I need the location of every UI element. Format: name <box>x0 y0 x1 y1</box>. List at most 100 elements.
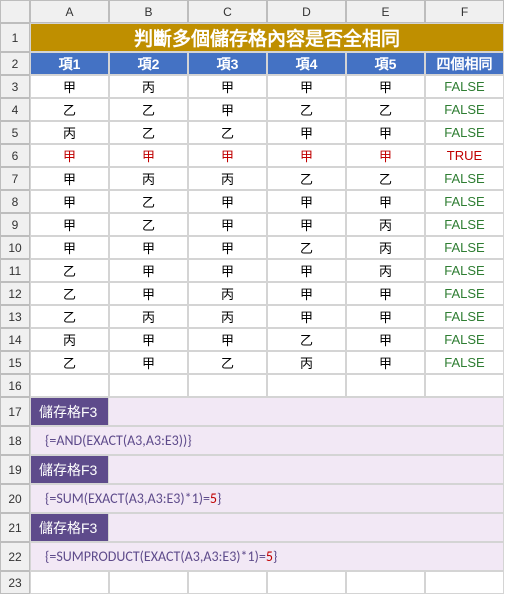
data-cell[interactable]: 乙 <box>346 167 425 190</box>
row-header-10[interactable]: 10 <box>0 236 30 259</box>
data-cell[interactable]: 甲 <box>188 328 267 351</box>
result-cell[interactable]: FALSE <box>425 259 504 282</box>
data-cell[interactable]: 乙 <box>30 259 109 282</box>
data-cell[interactable]: 甲 <box>30 75 109 98</box>
data-cell[interactable]: 甲 <box>346 75 425 98</box>
data-cell[interactable]: 甲 <box>346 305 425 328</box>
data-cell[interactable]: 甲 <box>188 190 267 213</box>
data-cell[interactable]: 甲 <box>109 282 188 305</box>
data-cell[interactable]: 乙 <box>267 236 346 259</box>
empty-cell[interactable] <box>188 374 267 397</box>
col-header-D[interactable]: D <box>267 0 346 23</box>
row-header-19[interactable]: 19 <box>0 455 30 484</box>
data-cell[interactable]: 甲 <box>109 236 188 259</box>
empty-cell[interactable] <box>30 374 109 397</box>
data-cell[interactable]: 甲 <box>188 236 267 259</box>
data-cell[interactable]: 丙 <box>109 305 188 328</box>
data-cell[interactable]: 甲 <box>346 328 425 351</box>
data-cell[interactable]: 丙 <box>346 213 425 236</box>
data-cell[interactable]: 甲 <box>188 259 267 282</box>
result-cell[interactable]: FALSE <box>425 121 504 144</box>
data-cell[interactable]: 甲 <box>30 167 109 190</box>
blank[interactable] <box>109 513 504 542</box>
data-cell[interactable]: 甲 <box>188 144 267 167</box>
row-header-12[interactable]: 12 <box>0 282 30 305</box>
result-cell[interactable]: FALSE <box>425 190 504 213</box>
data-cell[interactable]: 甲 <box>346 121 425 144</box>
data-cell[interactable]: 甲 <box>188 213 267 236</box>
data-cell[interactable]: 丙 <box>346 236 425 259</box>
data-cell[interactable]: 甲 <box>267 213 346 236</box>
data-cell[interactable]: 甲 <box>30 190 109 213</box>
result-cell[interactable]: FALSE <box>425 98 504 121</box>
data-cell[interactable]: 甲 <box>267 305 346 328</box>
col-header-A[interactable]: A <box>30 0 109 23</box>
data-cell[interactable]: 乙 <box>267 167 346 190</box>
row-header-5[interactable]: 5 <box>0 121 30 144</box>
data-cell[interactable]: 乙 <box>30 305 109 328</box>
data-cell[interactable]: 乙 <box>109 190 188 213</box>
col-header-E[interactable]: E <box>346 0 425 23</box>
result-cell[interactable]: FALSE <box>425 328 504 351</box>
data-cell[interactable]: 甲 <box>109 328 188 351</box>
col-header-B[interactable]: B <box>109 0 188 23</box>
data-cell[interactable]: 丙 <box>188 282 267 305</box>
col-header-F[interactable]: F <box>425 0 504 23</box>
data-cell[interactable]: 乙 <box>30 351 109 374</box>
row-header-13[interactable]: 13 <box>0 305 30 328</box>
data-cell[interactable]: 丙 <box>346 259 425 282</box>
data-cell[interactable]: 甲 <box>267 144 346 167</box>
row-header-17[interactable]: 17 <box>0 397 30 426</box>
result-cell[interactable]: FALSE <box>425 305 504 328</box>
row-header-1[interactable]: 1 <box>0 23 30 52</box>
data-cell[interactable]: 甲 <box>267 121 346 144</box>
empty-cell[interactable] <box>346 374 425 397</box>
data-cell[interactable]: 丙 <box>267 351 346 374</box>
result-cell[interactable]: FALSE <box>425 236 504 259</box>
data-cell[interactable]: 丙 <box>109 75 188 98</box>
data-cell[interactable]: 乙 <box>30 282 109 305</box>
row-header-2[interactable]: 2 <box>0 52 30 75</box>
data-cell[interactable]: 甲 <box>267 259 346 282</box>
data-cell[interactable]: 丙 <box>188 167 267 190</box>
data-cell[interactable]: 甲 <box>267 282 346 305</box>
data-cell[interactable]: 丙 <box>30 121 109 144</box>
data-cell[interactable]: 甲 <box>346 351 425 374</box>
empty-cell[interactable] <box>267 374 346 397</box>
result-cell[interactable]: FALSE <box>425 167 504 190</box>
blank[interactable] <box>109 397 504 426</box>
row-header-22[interactable]: 22 <box>0 542 30 571</box>
row-header-3[interactable]: 3 <box>0 75 30 98</box>
data-cell[interactable]: 甲 <box>30 144 109 167</box>
row-header-21[interactable]: 21 <box>0 513 30 542</box>
data-cell[interactable]: 乙 <box>188 351 267 374</box>
result-cell[interactable]: FALSE <box>425 213 504 236</box>
data-cell[interactable]: 甲 <box>109 351 188 374</box>
row-header-6[interactable]: 6 <box>0 144 30 167</box>
data-cell[interactable]: 乙 <box>267 328 346 351</box>
empty-cell[interactable] <box>425 374 504 397</box>
data-cell[interactable]: 乙 <box>188 121 267 144</box>
data-cell[interactable]: 乙 <box>267 98 346 121</box>
data-cell[interactable]: 乙 <box>346 98 425 121</box>
row-header-9[interactable]: 9 <box>0 213 30 236</box>
row-header-20[interactable]: 20 <box>0 484 30 513</box>
row-header-11[interactable]: 11 <box>0 259 30 282</box>
data-cell[interactable]: 甲 <box>109 144 188 167</box>
data-cell[interactable]: 甲 <box>346 190 425 213</box>
data-cell[interactable]: 甲 <box>346 282 425 305</box>
result-cell[interactable]: FALSE <box>425 75 504 98</box>
data-cell[interactable]: 丙 <box>30 328 109 351</box>
row-header-8[interactable]: 8 <box>0 190 30 213</box>
result-cell[interactable]: FALSE <box>425 282 504 305</box>
data-cell[interactable]: 甲 <box>267 75 346 98</box>
select-all[interactable] <box>0 0 30 23</box>
data-cell[interactable]: 乙 <box>109 98 188 121</box>
row-header-14[interactable]: 14 <box>0 328 30 351</box>
data-cell[interactable]: 甲 <box>188 98 267 121</box>
data-cell[interactable]: 丙 <box>109 167 188 190</box>
data-cell[interactable]: 乙 <box>109 121 188 144</box>
data-cell[interactable]: 甲 <box>30 236 109 259</box>
blank[interactable] <box>109 455 504 484</box>
empty-cell[interactable] <box>109 374 188 397</box>
